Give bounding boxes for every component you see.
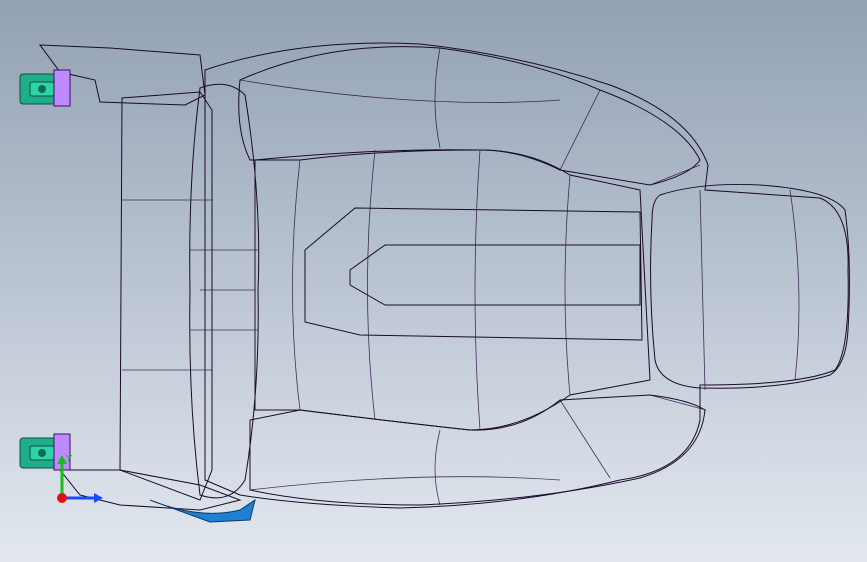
wire-harness[interactable] (149, 498, 256, 523)
centre-tube (349, 244, 641, 306)
front-cushion (650, 183, 850, 389)
top-mount-clip[interactable] (19, 69, 71, 107)
triad-z-origin (57, 493, 67, 503)
top-side-bolster (238, 46, 701, 186)
3d-viewport[interactable]: Y (0, 0, 867, 562)
centre-channel (304, 207, 643, 341)
seat-model-render[interactable]: Y (0, 0, 867, 562)
coordinate-triad: Y (57, 454, 103, 503)
back-roll (189, 83, 260, 499)
bottom-side-bolster (249, 394, 706, 506)
seat-body (204, 42, 849, 509)
seat-cushion (254, 149, 651, 431)
bottom-bracket (58, 469, 242, 511)
triad-x-arrowhead (94, 493, 103, 503)
triad-y-label: Y (65, 454, 73, 465)
seat-back-panel (119, 91, 213, 501)
